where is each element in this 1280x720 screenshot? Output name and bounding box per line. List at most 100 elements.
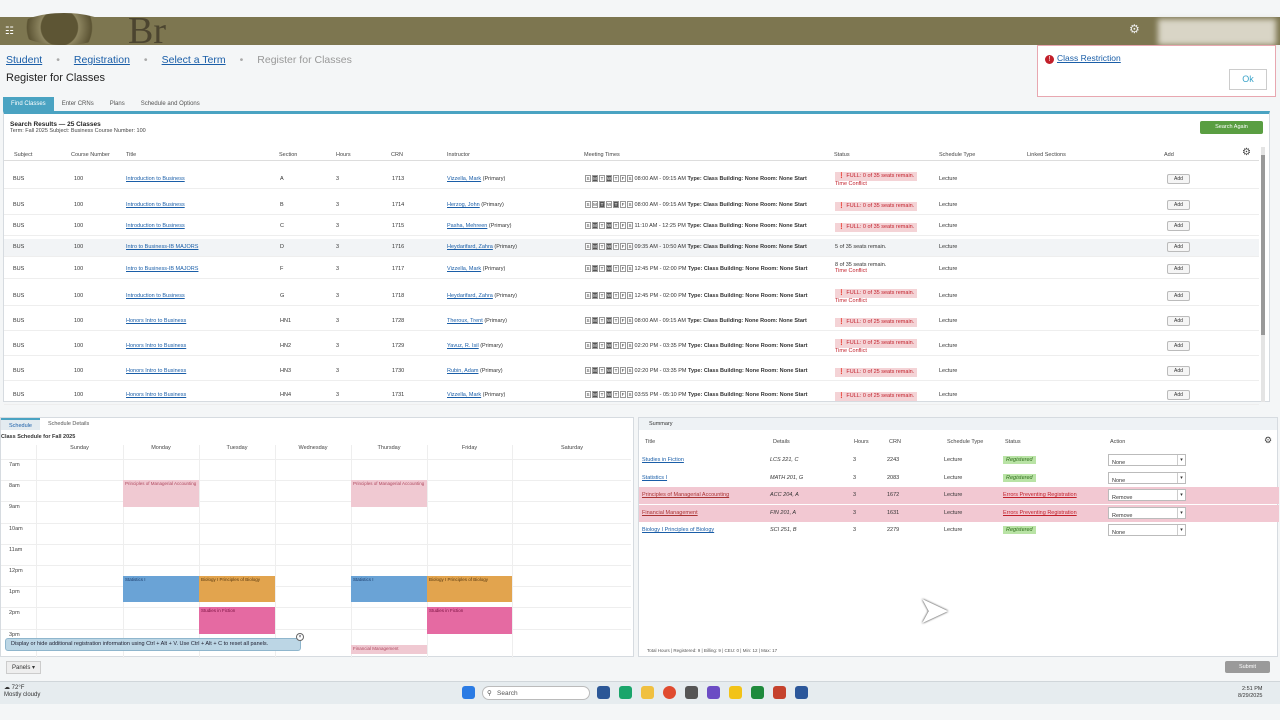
col-course-number[interactable]: Course Number [71, 152, 110, 158]
instructor-link[interactable]: Pasha, Mehreen [447, 223, 487, 229]
results-scrollbar[interactable] [1261, 147, 1265, 402]
course-title-link[interactable]: Honors Intro to Business [126, 392, 186, 398]
course-title-link[interactable]: Honors Intro to Business [126, 318, 186, 324]
summary-settings-gear-icon[interactable]: ⚙ [1264, 435, 1272, 446]
schedule-event[interactable]: Statistics I [123, 575, 199, 603]
col-section[interactable]: Section [279, 152, 297, 158]
instructor-link[interactable]: Vizzella, Mark [447, 392, 481, 398]
teams-icon[interactable] [707, 686, 720, 699]
add-button[interactable]: Add [1167, 366, 1190, 376]
day-header: Friday [461, 445, 478, 451]
instructor-link[interactable]: Rubin, Adam [447, 368, 479, 374]
add-button[interactable]: Add [1167, 221, 1190, 231]
schedule-event[interactable]: Studies in Fiction [199, 607, 275, 634]
sticky-notes-icon[interactable] [729, 686, 742, 699]
system-clock[interactable]: 2:51 PM 8/29/2025 [1238, 686, 1262, 700]
add-button[interactable]: Add [1167, 200, 1190, 210]
course-title-link[interactable]: Intro to Business-IB MAJORS [126, 266, 198, 272]
instructor-link[interactable]: Yavuz, R. Isil [447, 343, 479, 349]
class-restriction-link[interactable]: Class Restriction [1057, 53, 1121, 63]
add-button[interactable]: Add [1167, 291, 1190, 301]
schedule-event[interactable]: Principles of Managerial Accounting [351, 480, 427, 507]
error-status-link[interactable]: Errors Preventing Registration [1003, 492, 1077, 498]
add-button[interactable]: Add [1167, 264, 1190, 274]
course-title-link[interactable]: Introduction to Business [126, 293, 185, 299]
breadcrumb-student[interactable]: Student [6, 54, 42, 66]
tab-enter-crns[interactable]: Enter CRNs [54, 97, 102, 111]
ok-button[interactable]: Ok [1229, 69, 1267, 90]
powerpoint-icon[interactable] [773, 686, 786, 699]
windows-start-icon[interactable] [462, 686, 475, 699]
chrome-browser-icon[interactable] [663, 686, 676, 699]
summary-row: Principles of Managerial Accounting ACC … [639, 487, 1279, 505]
schedule-event[interactable]: Principles of Managerial Accounting [123, 480, 199, 507]
course-title-link[interactable]: Honors Intro to Business [126, 343, 186, 349]
add-button[interactable]: Add [1167, 174, 1190, 184]
summary-title-link[interactable]: Principles of Managerial Accounting [642, 492, 729, 498]
col-instructor[interactable]: Instructor [447, 152, 470, 158]
summary-title-link[interactable]: Statistics I [642, 475, 667, 481]
file-explorer-icon[interactable] [641, 686, 654, 699]
action-select[interactable]: None ▾ [1108, 471, 1186, 484]
add-button[interactable]: Add [1167, 242, 1190, 252]
breadcrumb-select-term[interactable]: Select a Term [162, 54, 226, 66]
schedule-event[interactable]: Biology I Principles of Biology [427, 575, 512, 603]
task-view-icon[interactable] [597, 686, 610, 699]
tab-plans[interactable]: Plans [102, 97, 133, 111]
edge-browser-icon[interactable] [619, 686, 632, 699]
schedule-event[interactable]: Studies in Fiction [427, 607, 512, 634]
course-title-link[interactable]: Honors Intro to Business [126, 368, 186, 374]
col-title[interactable]: Title [126, 152, 136, 158]
settings-gear-icon[interactable]: ⚙ [1129, 22, 1140, 36]
summary-title-link[interactable]: Biology I Principles of Biology [642, 527, 714, 533]
action-select[interactable]: None ▾ [1108, 524, 1186, 537]
meeting-start: Start [794, 243, 807, 250]
error-status-link[interactable]: Errors Preventing Registration [1003, 510, 1077, 516]
tab-find-classes[interactable]: Find Classes [3, 97, 54, 111]
excel-icon[interactable] [751, 686, 764, 699]
course-title-link[interactable]: Intro to Business-IB MAJORS [126, 244, 198, 250]
tab-schedule-options[interactable]: Schedule and Options [133, 97, 208, 111]
summary-title-link[interactable]: Studies in Fiction [642, 457, 684, 463]
seats-text: FULL: 0 of 25 seats remain. [846, 340, 915, 346]
summary-title-link[interactable]: Financial Management [642, 510, 698, 516]
weather-cloud-icon: ☁ [4, 685, 10, 691]
word-icon[interactable] [795, 686, 808, 699]
course-title-link[interactable]: Introduction to Business [126, 223, 185, 229]
tab-schedule[interactable]: Schedule [1, 418, 40, 430]
taskbar-search[interactable]: ⚲ Search [482, 686, 590, 700]
schedule-event[interactable]: Biology I Principles of Biology [199, 575, 275, 603]
search-again-button[interactable]: Search Again [1200, 121, 1263, 134]
col-schedule-type[interactable]: Schedule Type [939, 152, 975, 158]
instructor-link[interactable]: Herzog, John [447, 202, 480, 208]
action-select[interactable]: Remove ▾ [1108, 489, 1186, 502]
schedule-event[interactable]: Financial Management [351, 644, 427, 655]
panels-button[interactable]: Panels ▾ [6, 661, 42, 674]
action-select[interactable]: None ▾ [1108, 454, 1186, 466]
add-button[interactable]: Add [1167, 390, 1190, 400]
course-title-link[interactable]: Introduction to Business [126, 176, 185, 182]
store-icon[interactable] [685, 686, 698, 699]
hour-label: 10am [9, 525, 23, 532]
instructor-link[interactable]: Heydarifard, Zahra [447, 293, 493, 299]
instructor-link[interactable]: Vizzella, Mark [447, 266, 481, 272]
meeting-type: Type: Class [688, 265, 719, 272]
tab-schedule-details[interactable]: Schedule Details [40, 418, 97, 430]
action-select[interactable]: Remove ▾ [1108, 506, 1186, 519]
col-hours[interactable]: Hours [336, 152, 351, 158]
weather-widget[interactable]: ☁ 72°F Mostly cloudy [4, 685, 40, 699]
submit-button[interactable]: Submit [1225, 661, 1270, 673]
add-button[interactable]: Add [1167, 316, 1190, 326]
add-button[interactable]: Add [1167, 341, 1190, 351]
instructor-link[interactable]: Heydarifard, Zahra [447, 244, 493, 250]
schedule-event[interactable]: Statistics I [351, 575, 427, 603]
instructor-link[interactable]: Theroux, Trent [447, 318, 483, 324]
col-subject[interactable]: Subject [14, 152, 32, 158]
close-tip-icon[interactable]: × [296, 633, 304, 641]
user-menu[interactable] [1158, 19, 1276, 45]
col-crn[interactable]: CRN [391, 152, 403, 158]
course-title-link[interactable]: Introduction to Business [126, 202, 185, 208]
breadcrumb-registration[interactable]: Registration [74, 54, 130, 66]
instructor-link[interactable]: Vizzella, Mark [447, 176, 481, 182]
app-grid-icon[interactable]: ☷ [5, 26, 14, 37]
